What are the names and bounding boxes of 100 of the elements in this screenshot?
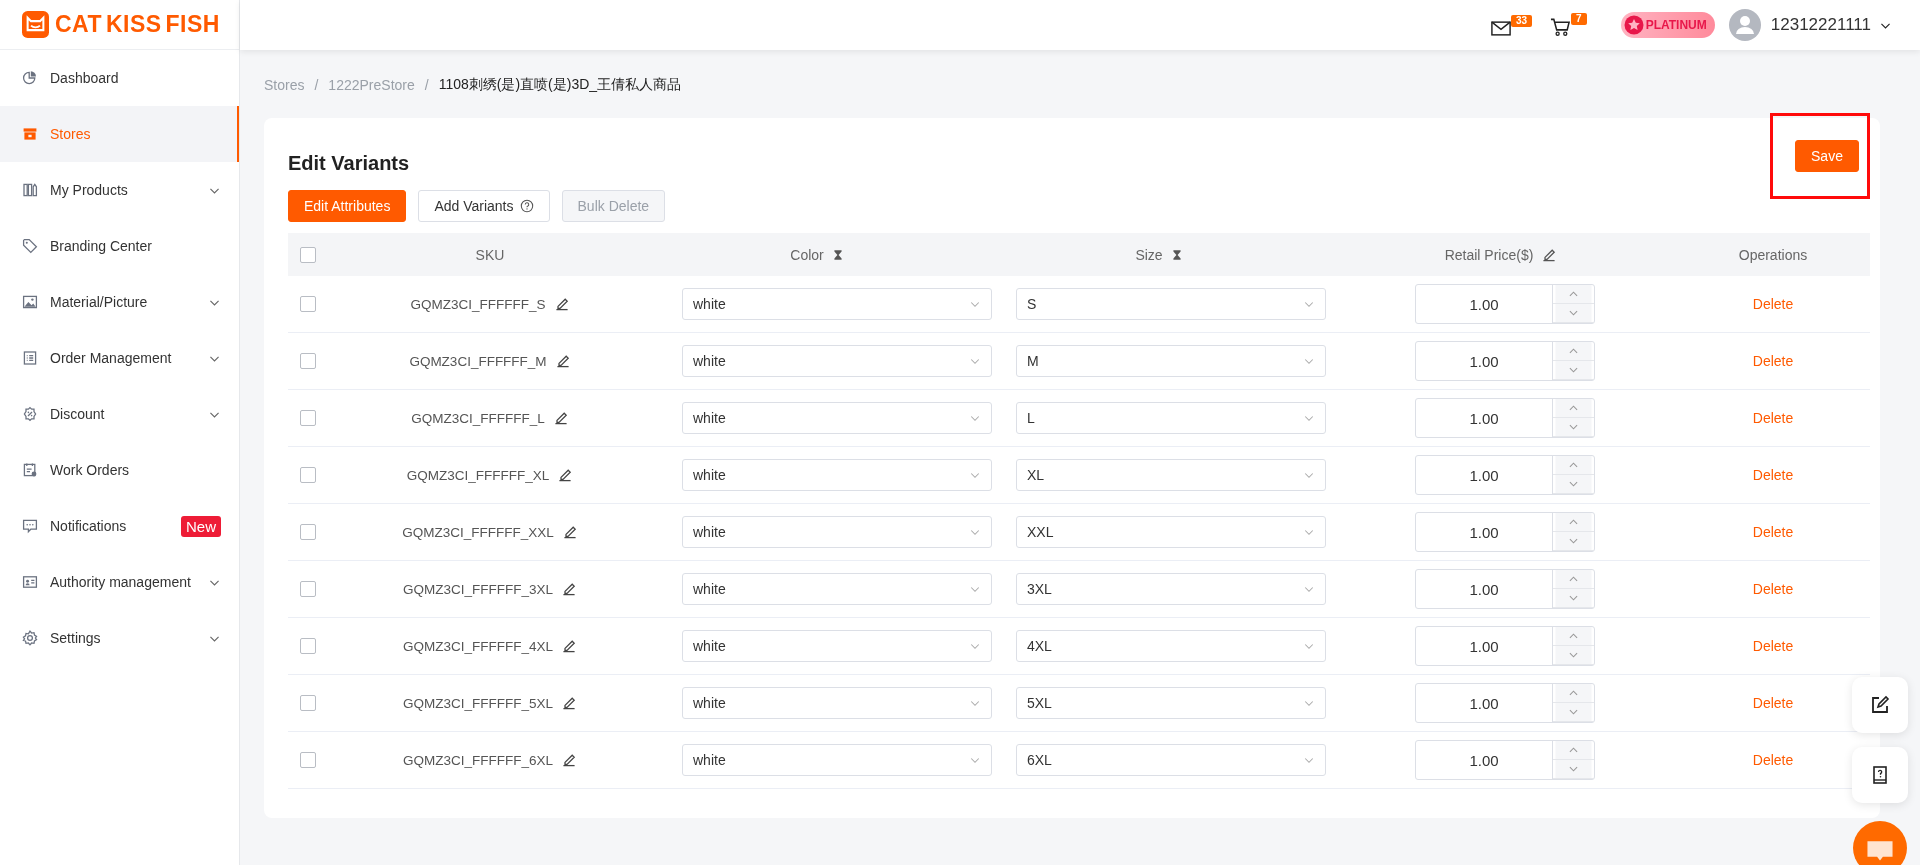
increment-button[interactable] (1553, 456, 1594, 475)
sku-text: GQMZ3CI_FFFFFF_S (410, 296, 546, 312)
nav-item[interactable]: Settings (0, 610, 239, 666)
add-variants-button[interactable]: Add Variants (418, 190, 550, 222)
cart-icon[interactable] (1550, 17, 1572, 37)
color-select[interactable]: white (682, 516, 992, 548)
user-menu[interactable]: 12312221111 (1770, 15, 1871, 35)
color-select[interactable]: white (682, 687, 992, 719)
checkbox[interactable] (300, 581, 316, 597)
increment-button[interactable] (1553, 741, 1594, 760)
decrement-button[interactable] (1553, 589, 1594, 608)
size-select[interactable]: 5XL (1016, 687, 1326, 719)
size-select[interactable]: 3XL (1016, 573, 1326, 605)
color-select[interactable]: white (682, 459, 992, 491)
price-input[interactable]: 1.00 (1415, 398, 1595, 438)
pencil-icon[interactable] (553, 296, 570, 312)
checkbox[interactable] (300, 467, 316, 483)
color-select[interactable]: white (682, 744, 992, 776)
size-select[interactable]: S (1016, 288, 1326, 320)
logo-text: CAT KISS FISH (55, 11, 220, 38)
pencil-icon[interactable] (557, 467, 574, 483)
chat-icon[interactable] (1853, 821, 1907, 865)
help-book-icon (1870, 765, 1890, 785)
breadcrumb-separator: / (314, 77, 319, 93)
chat-bubble-icon (22, 518, 38, 534)
increment-button[interactable] (1553, 342, 1594, 361)
sku-text: GQMZ3CI_FFFFFF_5XL (403, 695, 553, 711)
hourglass-icon[interactable] (831, 248, 844, 261)
increment-button[interactable] (1553, 570, 1594, 589)
checkbox[interactable] (300, 638, 316, 654)
nav-item[interactable]: Branding Center (0, 218, 239, 274)
decrement-button[interactable] (1553, 646, 1594, 665)
color-select[interactable]: white (682, 345, 992, 377)
decrement-button[interactable] (1553, 418, 1594, 437)
price-input[interactable]: 1.00 (1415, 284, 1595, 324)
settings-icon (22, 630, 38, 646)
column-header: Operations (1738, 246, 1808, 263)
size-select[interactable]: XL (1016, 459, 1326, 491)
checkbox[interactable] (300, 296, 316, 312)
size-select[interactable]: M (1016, 345, 1326, 377)
checkbox[interactable] (300, 246, 316, 263)
increment-button[interactable] (1553, 684, 1594, 703)
increment-button[interactable] (1553, 285, 1594, 304)
page-title: Edit Variants (288, 151, 410, 175)
sku-text: GQMZ3CI_FFFFFF_XL (406, 467, 550, 483)
checkbox[interactable] (300, 524, 316, 540)
color-select[interactable]: white (682, 630, 992, 662)
count-badge: 33 (1511, 14, 1533, 27)
price-input[interactable]: 1.00 (1415, 740, 1595, 780)
price-input[interactable]: 1.00 (1415, 626, 1595, 666)
mail-icon[interactable] (1491, 20, 1511, 36)
price-input[interactable]: 1.00 (1415, 512, 1595, 552)
decrement-button[interactable] (1553, 532, 1594, 551)
decrement-button[interactable] (1553, 475, 1594, 494)
nav-item[interactable]: Order Management (0, 330, 239, 386)
size-select[interactable]: L (1016, 402, 1326, 434)
checkbox[interactable] (300, 752, 316, 768)
nav-item[interactable]: Discount (0, 386, 239, 442)
decrement-button[interactable] (1553, 760, 1594, 779)
nav-item[interactable]: Dashboard (0, 50, 239, 106)
increment-button[interactable] (1553, 399, 1594, 418)
checkbox[interactable] (300, 353, 316, 369)
column-header: Size (1135, 246, 1163, 263)
nav-item[interactable]: Work Orders (0, 442, 239, 498)
price-input[interactable]: 1.00 (1415, 455, 1595, 495)
feedback-button[interactable] (1852, 677, 1908, 733)
increment-button[interactable] (1553, 513, 1594, 532)
pencil-icon[interactable] (561, 524, 578, 540)
pencil-icon[interactable] (561, 581, 577, 597)
size-select[interactable]: 4XL (1016, 630, 1326, 662)
level-badge: PLATINUM (1620, 12, 1715, 38)
pencil-icon[interactable] (561, 695, 577, 711)
pencil-icon[interactable] (554, 353, 571, 369)
checkbox[interactable] (300, 410, 316, 426)
percent-badge-icon (22, 406, 38, 422)
decrement-button[interactable] (1553, 361, 1594, 380)
checkbox[interactable] (300, 695, 316, 711)
color-select[interactable]: white (682, 402, 992, 434)
nav-item[interactable]: Authority management (0, 554, 239, 610)
nav-item[interactable]: Material/Picture (0, 274, 239, 330)
nav-item[interactable]: Notifications New (0, 498, 239, 554)
price-input[interactable]: 1.00 (1415, 569, 1595, 609)
decrement-button[interactable] (1553, 703, 1594, 722)
price-tag-icon (22, 238, 38, 254)
size-select[interactable]: 6XL (1016, 744, 1326, 776)
cat-logo-icon (22, 11, 49, 38)
pencil-icon[interactable] (552, 410, 569, 426)
avatar-icon[interactable] (1728, 9, 1761, 41)
size-select[interactable]: XXL (1016, 516, 1326, 548)
help-guide-button[interactable] (1852, 747, 1908, 803)
color-select[interactable]: white (682, 573, 992, 605)
pencil-icon[interactable] (561, 752, 577, 768)
increment-button[interactable] (1553, 627, 1594, 646)
price-input[interactable]: 1.00 (1415, 341, 1595, 381)
decrement-button[interactable] (1553, 304, 1594, 323)
price-input[interactable]: 1.00 (1415, 683, 1595, 723)
hourglass-icon[interactable] (1170, 248, 1183, 261)
nav-item[interactable]: My Products (0, 162, 239, 218)
pencil-icon[interactable] (561, 638, 577, 654)
color-select[interactable]: white (682, 288, 992, 320)
